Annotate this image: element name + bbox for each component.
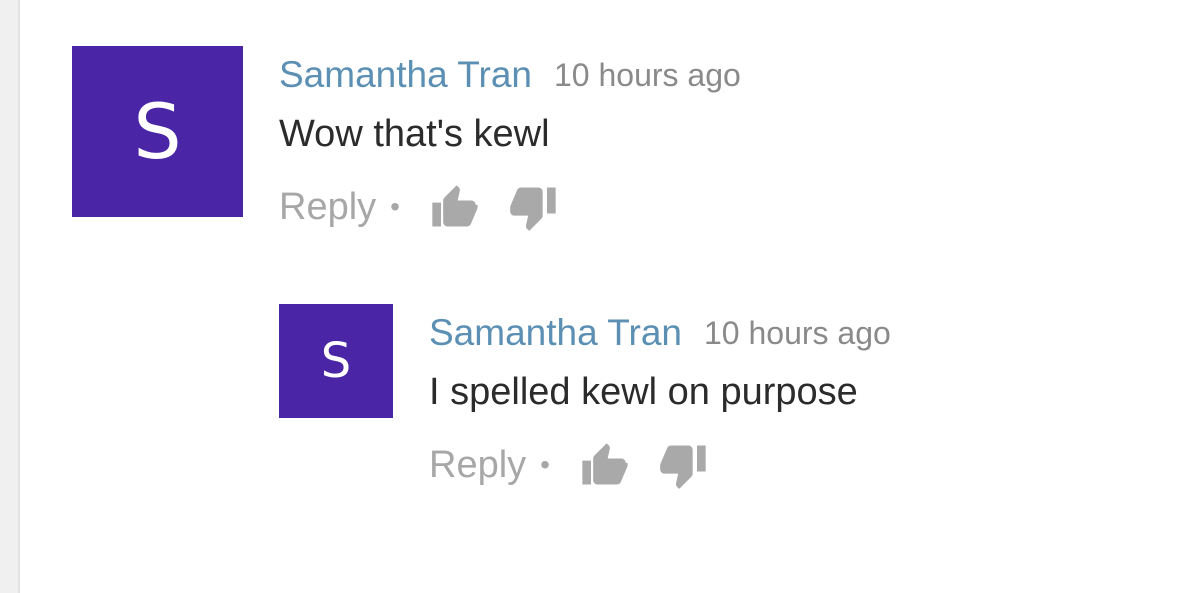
author-name[interactable]: Samantha Tran	[279, 54, 532, 96]
separator-dot: •	[540, 449, 550, 480]
author-name[interactable]: Samantha Tran	[429, 312, 682, 354]
thumbs-up-icon[interactable]	[578, 439, 630, 491]
avatar-letter: S	[133, 87, 182, 176]
timestamp[interactable]: 10 hours ago	[554, 57, 741, 94]
reply-button[interactable]: Reply	[279, 186, 376, 229]
comment-text: I spelled kewl on purpose	[429, 371, 858, 413]
comment-actions: Reply •	[279, 172, 741, 242]
comment-header: Samantha Tran 10 hours ago	[279, 46, 741, 104]
left-rail	[0, 0, 20, 593]
comment-body: Samantha Tran 10 hours ago I spelled kew…	[429, 304, 891, 500]
comment-body: Samantha Tran 10 hours ago Wow that's ke…	[279, 46, 741, 242]
comment-header: Samantha Tran 10 hours ago	[429, 304, 891, 362]
reply-button[interactable]: Reply	[429, 444, 526, 487]
separator-dot: •	[390, 191, 400, 222]
thumbs-down-icon[interactable]	[508, 181, 560, 233]
comment-actions: Reply •	[429, 430, 891, 500]
thumbs-up-icon[interactable]	[428, 181, 480, 233]
timestamp[interactable]: 10 hours ago	[704, 315, 891, 352]
thumbs-down-icon[interactable]	[658, 439, 710, 491]
avatar[interactable]: S	[279, 304, 393, 418]
comment-text: Wow that's kewl	[279, 113, 550, 155]
avatar-letter: S	[320, 333, 352, 389]
avatar[interactable]: S	[72, 46, 243, 217]
